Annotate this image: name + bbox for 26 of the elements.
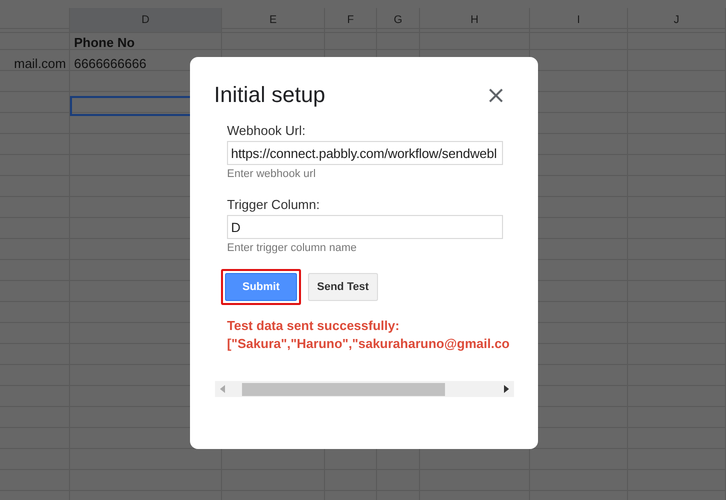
column-header[interactable]: E bbox=[222, 8, 324, 32]
status-message: Test data sent successfully: bbox=[227, 317, 400, 335]
column-header[interactable]: G bbox=[377, 8, 419, 32]
field-label: Trigger Column: bbox=[227, 197, 321, 212]
column-header[interactable]: D bbox=[70, 8, 221, 32]
text-field[interactable]: D bbox=[227, 215, 503, 239]
scroll-right-icon[interactable] bbox=[504, 385, 509, 393]
submit-button[interactable]: Submit bbox=[225, 273, 297, 301]
scroll-left-icon[interactable] bbox=[220, 385, 225, 393]
table-cell-text: 6666666666 bbox=[73, 55, 148, 73]
dialog-title: Initial setup bbox=[214, 82, 326, 108]
horizontal-scrollbar[interactable] bbox=[215, 381, 514, 397]
field-label: Webhook Url: bbox=[227, 123, 307, 138]
column-header[interactable]: J bbox=[628, 8, 725, 32]
close-button[interactable]: × bbox=[478, 83, 514, 107]
column-header[interactable]: H bbox=[420, 8, 529, 32]
column-header[interactable]: F bbox=[325, 8, 376, 32]
send-test-button[interactable]: Send Test bbox=[308, 273, 378, 301]
column-header[interactable]: I bbox=[530, 8, 627, 32]
field-hint: Enter webhook url bbox=[227, 168, 317, 180]
text-field[interactable]: https://connect.pabbly.com/workflow/sendwebl bbox=[227, 141, 503, 165]
scrollbar-thumb[interactable] bbox=[242, 382, 445, 396]
field-hint: Enter trigger column name bbox=[227, 242, 358, 254]
table-cell-text: Phone No bbox=[73, 34, 136, 52]
table-cell-text: mail.com bbox=[12, 55, 67, 73]
status-message: ["Sakura","Haruno","sakuraharuno@gmail.co bbox=[227, 335, 510, 353]
